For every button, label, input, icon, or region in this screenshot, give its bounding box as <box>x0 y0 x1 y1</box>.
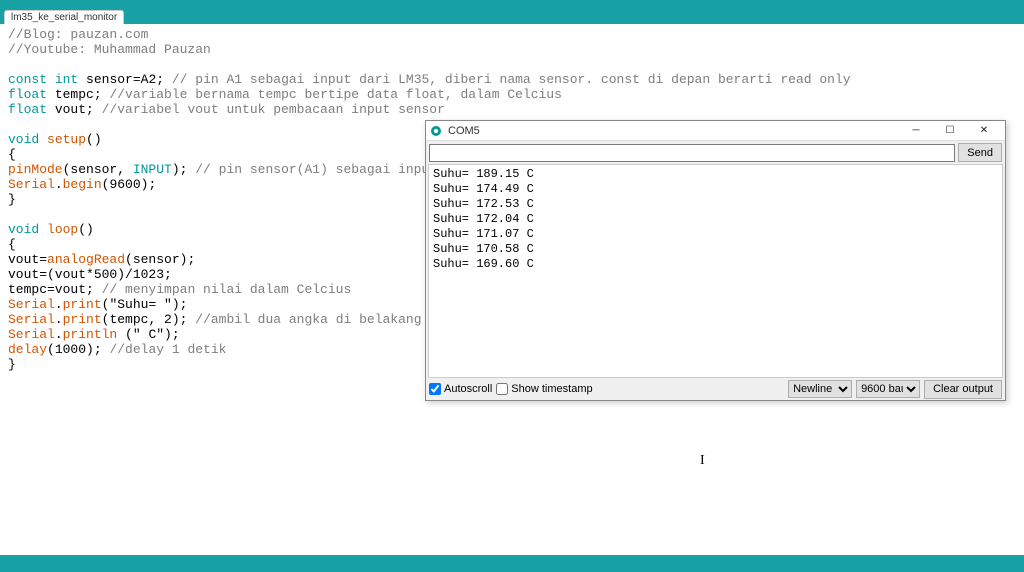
titlebar[interactable]: COM5 ─ ☐ ✕ <box>426 121 1005 141</box>
obj-serial: Serial <box>8 327 55 342</box>
autoscroll-toggle[interactable]: Autoscroll <box>429 383 492 395</box>
code-text: { <box>8 147 16 162</box>
code-comment: //delay 1 detik <box>109 342 226 357</box>
tab-bar: lm35_ke_serial_monitor <box>0 9 1024 24</box>
code-text: . <box>55 312 63 327</box>
fn-loop: loop <box>47 222 78 237</box>
code-text: ); <box>172 162 195 177</box>
code-text: ("Suhu= "); <box>102 297 188 312</box>
line-ending-select[interactable]: Newline <box>788 380 852 398</box>
serial-line: Suhu= 171.07 C <box>433 227 998 242</box>
maximize-button[interactable]: ☐ <box>933 121 967 141</box>
autoscroll-label: Autoscroll <box>444 383 492 395</box>
serial-line: Suhu= 170.58 C <box>433 242 998 257</box>
fn-println: println <box>63 327 118 342</box>
obj-serial: Serial <box>8 297 55 312</box>
fn-delay: delay <box>8 342 47 357</box>
code-comment: // pin sensor(A1) sebagai input <box>195 162 437 177</box>
autoscroll-checkbox[interactable] <box>429 383 441 395</box>
code-comment: //Youtube: Muhammad Pauzan <box>8 42 211 57</box>
serial-input-row: Send <box>426 141 1005 164</box>
timestamp-label: Show timestamp <box>511 383 592 395</box>
kw-float: float <box>8 87 47 102</box>
code-comment: //variable bernama tempc bertipe data fl… <box>109 87 561 102</box>
code-text: (9600); <box>102 177 157 192</box>
baud-select[interactable]: 9600 baud <box>856 380 920 398</box>
kw-int: int <box>55 72 78 87</box>
timestamp-checkbox[interactable] <box>496 383 508 395</box>
clear-output-button[interactable]: Clear output <box>924 380 1002 399</box>
window-controls: ─ ☐ ✕ <box>899 121 1001 141</box>
kw-const: const <box>8 72 47 87</box>
fn-setup: setup <box>47 132 86 147</box>
code-text: . <box>55 327 63 342</box>
code-text: tempc; <box>47 87 109 102</box>
arduino-icon <box>430 125 442 137</box>
kw-input: INPUT <box>133 162 172 177</box>
send-button[interactable]: Send <box>958 143 1002 162</box>
code-text: vout=(vout*500)/1023; <box>8 267 172 282</box>
code-text: } <box>8 192 16 207</box>
code-text: } <box>8 357 16 372</box>
serial-line: Suhu= 189.15 C <box>433 167 998 182</box>
timestamp-toggle[interactable]: Show timestamp <box>496 383 592 395</box>
fn-pinmode: pinMode <box>8 162 63 177</box>
code-text: { <box>8 237 16 252</box>
code-comment: //ambil dua angka di belakang koma <box>195 312 460 327</box>
fn-begin: begin <box>63 177 102 192</box>
code-text: (tempc, 2); <box>102 312 196 327</box>
window-title: COM5 <box>448 125 480 137</box>
code-text: () <box>78 222 94 237</box>
code-text: . <box>55 297 63 312</box>
serial-line: Suhu= 174.49 C <box>433 182 998 197</box>
status-bar <box>0 555 1024 572</box>
tab-sketch[interactable]: lm35_ke_serial_monitor <box>4 10 124 24</box>
close-button[interactable]: ✕ <box>967 121 1001 141</box>
code-text: sensor=A2; <box>78 72 172 87</box>
serial-line: Suhu= 172.53 C <box>433 197 998 212</box>
fn-print: print <box>63 297 102 312</box>
code-text: (sensor, <box>63 162 133 177</box>
code-text: vout; <box>47 102 102 117</box>
fn-analogread: analogRead <box>47 252 125 267</box>
code-comment: // menyimpan nilai dalam Celcius <box>102 282 352 297</box>
kw-float: float <box>8 102 47 117</box>
obj-serial: Serial <box>8 312 55 327</box>
serial-line: Suhu= 169.60 C <box>433 257 998 272</box>
code-text: (sensor); <box>125 252 195 267</box>
text-cursor-icon <box>700 453 701 465</box>
obj-serial: Serial <box>8 177 55 192</box>
code-comment: //Blog: pauzan.com <box>8 27 148 42</box>
code-text: vout= <box>8 252 47 267</box>
serial-line: Suhu= 172.04 C <box>433 212 998 227</box>
code-text: (" C"); <box>117 327 179 342</box>
kw-void: void <box>8 222 39 237</box>
kw-void: void <box>8 132 39 147</box>
app-top-bar <box>0 0 1024 9</box>
code-comment: // pin A1 sebagai input dari LM35, diber… <box>172 72 851 87</box>
code-text: . <box>55 177 63 192</box>
code-text: () <box>86 132 102 147</box>
serial-footer: Autoscroll Show timestamp Newline 9600 b… <box>426 378 1005 400</box>
code-text: (1000); <box>47 342 109 357</box>
code-text: tempc=vout; <box>8 282 102 297</box>
code-comment: //variabel vout untuk pembacaan input se… <box>102 102 445 117</box>
serial-monitor-window: COM5 ─ ☐ ✕ Send Suhu= 189.15 CSuhu= 174.… <box>425 120 1006 401</box>
serial-input[interactable] <box>429 144 955 162</box>
minimize-button[interactable]: ─ <box>899 121 933 141</box>
serial-output[interactable]: Suhu= 189.15 CSuhu= 174.49 CSuhu= 172.53… <box>428 164 1003 378</box>
fn-print: print <box>63 312 102 327</box>
